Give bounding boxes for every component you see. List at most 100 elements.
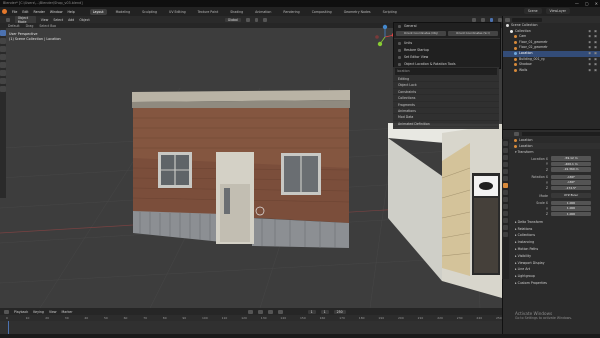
tab-geometry-nodes[interactable]: Geometry Nodes bbox=[341, 9, 374, 15]
timeline-playback-menu[interactable]: Playback bbox=[14, 310, 28, 314]
cursor-tool-icon[interactable] bbox=[0, 38, 6, 44]
move-tool-icon[interactable] bbox=[0, 46, 6, 52]
menu-help[interactable]: Help bbox=[67, 10, 74, 14]
output-tab-icon[interactable] bbox=[503, 155, 508, 160]
timeline-editor-icon[interactable] bbox=[4, 309, 9, 314]
tool-select-box-label[interactable]: Select Box bbox=[39, 24, 56, 28]
menu-select[interactable]: Select bbox=[53, 18, 63, 22]
tab-shading[interactable]: Shading bbox=[227, 9, 246, 15]
scale-tool-icon[interactable] bbox=[0, 62, 6, 68]
tab-modeling[interactable]: Modeling bbox=[113, 9, 134, 15]
scene-field[interactable]: Scene bbox=[523, 8, 542, 14]
properties-section-header[interactable]: ▸ Visibility bbox=[511, 253, 600, 260]
tab-sculpting[interactable]: Sculpting bbox=[139, 9, 160, 15]
object-tab-icon[interactable] bbox=[503, 183, 508, 188]
start-frame-field[interactable]: 1 bbox=[320, 309, 329, 314]
pivot-icon[interactable] bbox=[245, 17, 250, 22]
outliner-item[interactable]: Walls ◉ ▣ bbox=[503, 68, 600, 74]
jump-end-icon[interactable] bbox=[277, 309, 283, 314]
rotation-x-field[interactable]: -180° bbox=[551, 174, 591, 180]
orient-scr-button[interactable]: Orient Coordinates (Scr) bbox=[448, 31, 498, 36]
jump-start-icon[interactable] bbox=[247, 309, 253, 314]
constraints-tab-icon[interactable] bbox=[503, 211, 508, 216]
tab-texture-paint[interactable]: Texture Paint bbox=[195, 9, 222, 15]
tab-scripting[interactable]: Scripting bbox=[380, 9, 400, 15]
menu-view[interactable]: View bbox=[41, 18, 49, 22]
properties-section-header[interactable]: ▸ Collections bbox=[511, 232, 600, 239]
end-frame-field[interactable]: 250 bbox=[333, 309, 346, 314]
orient-obj-button[interactable]: Orient Coordinates (Obj) bbox=[396, 31, 446, 36]
properties-search-input[interactable] bbox=[522, 131, 600, 136]
play-icon[interactable] bbox=[267, 309, 273, 314]
xray-icon[interactable] bbox=[480, 17, 485, 22]
scale-x-field[interactable]: 1.000 bbox=[551, 200, 591, 206]
menu-window[interactable]: Window bbox=[50, 10, 63, 14]
properties-section-header[interactable]: ▸ Instancing bbox=[511, 239, 600, 246]
popup-header[interactable]: General bbox=[394, 23, 500, 30]
eye-icon[interactable]: ◉ bbox=[588, 68, 591, 74]
timeline-area[interactable] bbox=[0, 321, 502, 334]
properties-section-header[interactable]: ▸ Motion Paths bbox=[511, 246, 600, 253]
rotation-mode-dropdown[interactable]: XYZ Euler bbox=[551, 193, 591, 198]
menu-add[interactable]: Add bbox=[68, 18, 74, 22]
properties-editor-icon[interactable] bbox=[514, 131, 519, 136]
tab-animation[interactable]: Animation bbox=[252, 9, 274, 15]
overlay-item-animated-definition[interactable]: Animated Definition bbox=[393, 121, 499, 128]
popup-item-units[interactable]: Units bbox=[394, 40, 500, 47]
overlays-icon[interactable] bbox=[472, 17, 476, 22]
scale-z-field[interactable]: 1.000 bbox=[551, 211, 591, 217]
view-layer-field[interactable]: ViewLayer bbox=[545, 8, 570, 14]
menu-object[interactable]: Object bbox=[79, 18, 89, 22]
properties-section-header[interactable]: ▸ Delta Transform bbox=[511, 219, 600, 226]
particles-tab-icon[interactable] bbox=[503, 197, 508, 202]
overlay-search-input[interactable]: location bbox=[395, 68, 497, 75]
popup-item-restore[interactable]: Restore Startup bbox=[394, 47, 500, 54]
location-y-field[interactable]: -400.1 m bbox=[551, 161, 591, 167]
timeline-marker-menu[interactable]: Marker bbox=[62, 310, 73, 314]
menu-render[interactable]: Render bbox=[34, 10, 45, 14]
popup-item-set-view[interactable]: Set Editor View bbox=[394, 54, 500, 61]
tool-default-label[interactable]: Default bbox=[8, 24, 20, 28]
annotate-tool-icon[interactable] bbox=[0, 78, 6, 84]
shading-solid-icon[interactable] bbox=[489, 17, 494, 22]
play-reverse-icon[interactable] bbox=[257, 309, 263, 314]
material-tab-icon[interactable] bbox=[503, 225, 508, 230]
tab-rendering[interactable]: Rendering bbox=[280, 9, 302, 15]
select-tool-icon[interactable] bbox=[0, 30, 6, 36]
scene-tab-icon[interactable] bbox=[503, 169, 508, 174]
texture-tab-icon[interactable] bbox=[503, 232, 508, 237]
timeline-view-menu[interactable]: View bbox=[49, 310, 57, 314]
world-tab-icon[interactable] bbox=[503, 176, 508, 181]
camera-icon[interactable]: ▣ bbox=[594, 68, 597, 74]
close-button[interactable]: ✕ bbox=[595, 1, 598, 6]
scale-y-field[interactable]: 1.000 bbox=[551, 206, 591, 211]
maximize-button[interactable]: ▢ bbox=[585, 1, 589, 6]
properties-section-header[interactable]: ▸ Custom Properties bbox=[511, 280, 600, 287]
outliner-search-input[interactable] bbox=[512, 17, 542, 22]
blender-logo-icon[interactable] bbox=[2, 9, 7, 14]
render-tab-icon[interactable] bbox=[503, 148, 508, 153]
minimize-button[interactable]: — bbox=[575, 1, 579, 6]
properties-section-header[interactable]: ▸ Relations bbox=[511, 226, 600, 233]
physics-tab-icon[interactable] bbox=[503, 204, 508, 209]
modifier-tab-icon[interactable] bbox=[503, 190, 508, 195]
transform-tool-icon[interactable] bbox=[0, 70, 6, 76]
measure-tool-icon[interactable] bbox=[0, 86, 6, 92]
tab-compositing[interactable]: Compositing bbox=[309, 9, 335, 15]
current-frame-field[interactable]: 1 bbox=[307, 309, 316, 314]
properties-section-header[interactable]: ▸ Lightgroup bbox=[511, 273, 600, 280]
properties-section-header[interactable]: ▸ Line Art bbox=[511, 266, 600, 273]
rotation-z-field[interactable]: -172.5° bbox=[551, 185, 591, 191]
outliner-editor-icon[interactable] bbox=[505, 17, 510, 22]
menu-file[interactable]: File bbox=[12, 10, 17, 14]
rotation-y-field[interactable]: -180° bbox=[551, 180, 591, 185]
tab-layout[interactable]: Layout bbox=[89, 8, 107, 15]
proportional-icon[interactable] bbox=[263, 17, 268, 22]
snap-icon[interactable] bbox=[254, 17, 259, 22]
orientation-dropdown[interactable]: Global bbox=[224, 17, 241, 22]
location-z-field[interactable]: -19.369 m bbox=[551, 167, 591, 172]
transform-section-header[interactable]: ▾ Transform bbox=[503, 149, 600, 156]
properties-section-header[interactable]: ▸ Viewport Display bbox=[511, 260, 600, 267]
menu-edit[interactable]: Edit bbox=[22, 10, 28, 14]
rotate-tool-icon[interactable] bbox=[0, 54, 6, 60]
